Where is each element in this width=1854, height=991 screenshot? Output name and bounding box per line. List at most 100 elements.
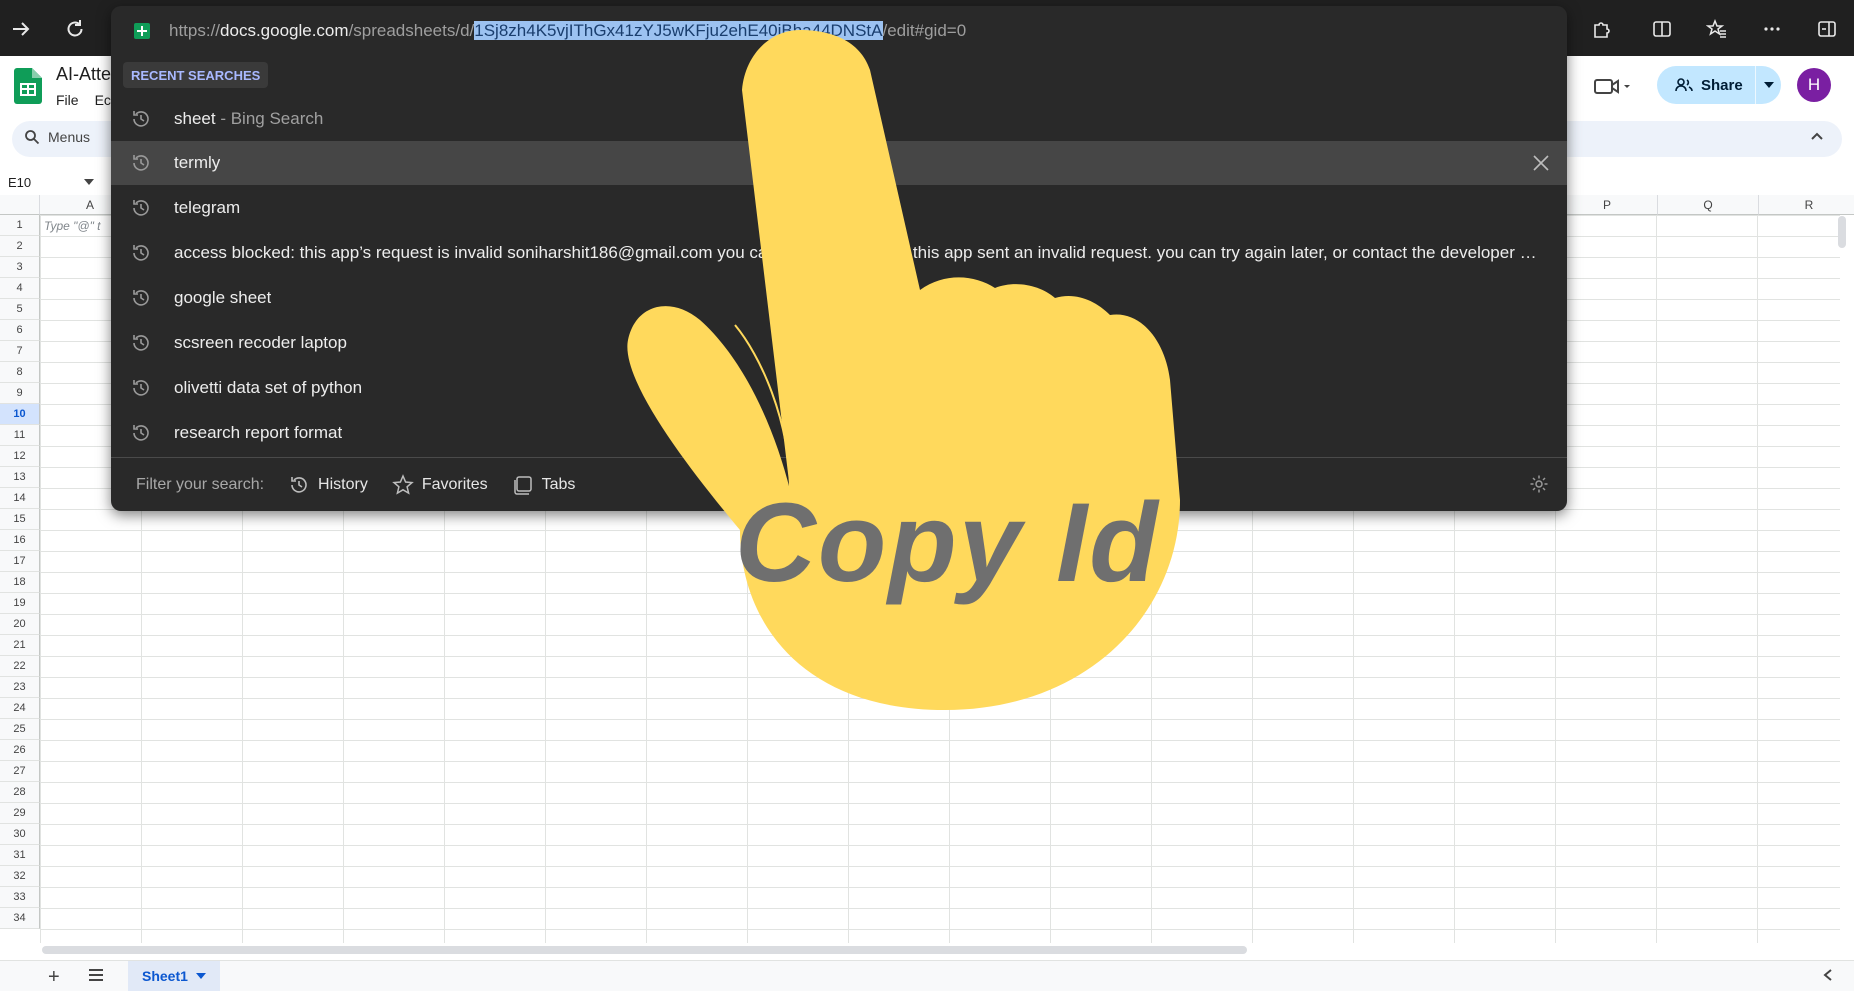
row-header[interactable]: 16: [0, 530, 40, 551]
row-header[interactable]: 20: [0, 614, 40, 635]
row-header[interactable]: 1: [0, 215, 40, 236]
row-header[interactable]: 23: [0, 677, 40, 698]
row-header[interactable]: 5: [0, 299, 40, 320]
row-header[interactable]: 2: [0, 236, 40, 257]
row-header[interactable]: 21: [0, 635, 40, 656]
column-header-r[interactable]: R: [1759, 195, 1854, 215]
forward-arrow-icon: [13, 22, 30, 36]
row-header[interactable]: 15: [0, 509, 40, 530]
chevron-up-icon: [1811, 132, 1823, 140]
filter-history-label: History: [318, 475, 368, 493]
caret-down-icon: [195, 973, 206, 979]
history-icon: [133, 111, 149, 127]
suggestion-source: - Bing Search: [215, 109, 324, 128]
suggestion-text: scsreen recoder laptop: [174, 333, 347, 352]
row-header[interactable]: 30: [0, 824, 40, 845]
menus-search-label: Menus: [48, 129, 91, 145]
history-icon: [133, 245, 149, 261]
row-header[interactable]: 14: [0, 488, 40, 509]
share-button[interactable]: Share: [1657, 66, 1781, 104]
more-button[interactable]: [1755, 12, 1789, 46]
row-header[interactable]: 13: [0, 467, 40, 488]
row-header[interactable]: 27: [0, 761, 40, 782]
document-title[interactable]: AI-Atte: [56, 64, 111, 85]
collapse-toolbar-button[interactable]: [1810, 130, 1824, 144]
share-dropdown-button[interactable]: [1756, 82, 1781, 88]
account-avatar[interactable]: H: [1797, 68, 1831, 102]
remove-suggestion-close-icon[interactable]: [1531, 153, 1551, 173]
row-header[interactable]: 32: [0, 866, 40, 887]
side-panel-toggle[interactable]: [1822, 968, 1834, 982]
row-header[interactable]: 7: [0, 341, 40, 362]
history-icon: [133, 380, 149, 396]
menus-search-button[interactable]: Menus: [24, 129, 90, 145]
row-header[interactable]: 33: [0, 887, 40, 908]
share-divider: [1755, 66, 1756, 104]
row-header[interactable]: 26: [0, 740, 40, 761]
column-header-q[interactable]: Q: [1658, 195, 1759, 215]
sheets-logo-icon[interactable]: [14, 68, 42, 104]
row-header[interactable]: 6: [0, 320, 40, 341]
caret-down-icon: [1763, 82, 1774, 88]
menu-edit[interactable]: Ec: [95, 92, 111, 108]
row-header[interactable]: 24: [0, 698, 40, 719]
row-header[interactable]: 28: [0, 782, 40, 803]
share-label: Share: [1701, 76, 1743, 94]
sheet-tab[interactable]: Sheet1: [128, 961, 220, 991]
row-header[interactable]: 18: [0, 572, 40, 593]
list-icon: [89, 969, 103, 981]
menu-bar: File Ec: [56, 92, 111, 108]
row-header[interactable]: 10: [0, 404, 40, 425]
vertical-scrollbar[interactable]: [1838, 216, 1846, 248]
sidebar-button[interactable]: [1810, 12, 1844, 46]
sheets-favicon-icon: [134, 23, 150, 39]
favorites-star-icon: [1706, 18, 1726, 38]
video-camera-icon: [1594, 79, 1630, 94]
forward-button[interactable]: [4, 12, 38, 46]
sidebar-icon: [1818, 21, 1836, 37]
row-header[interactable]: 31: [0, 845, 40, 866]
filter-favorites-label: Favorites: [421, 475, 488, 493]
favorites-button[interactable]: [1700, 12, 1734, 46]
row-header[interactable]: 29: [0, 803, 40, 824]
row-header[interactable]: 25: [0, 719, 40, 740]
row-header[interactable]: 3: [0, 257, 40, 278]
select-all-corner[interactable]: [0, 195, 40, 215]
refresh-icon: [67, 20, 83, 37]
horizontal-scrollbar[interactable]: [42, 946, 1247, 954]
add-sheet-button[interactable]: +: [48, 966, 60, 989]
row-header[interactable]: 9: [0, 383, 40, 404]
row-header[interactable]: 12: [0, 446, 40, 467]
meet-button[interactable]: [1588, 70, 1638, 102]
url-prefix: https://: [169, 21, 221, 40]
refresh-button[interactable]: [58, 12, 92, 46]
filter-tabs-button[interactable]: Tabs: [512, 474, 576, 496]
row-header[interactable]: 8: [0, 362, 40, 383]
name-box[interactable]: E10: [8, 171, 94, 193]
cell-a1-hint: Type "@" t: [44, 219, 101, 233]
row-header[interactable]: 22: [0, 656, 40, 677]
copy-id-caption: Copy Id: [735, 480, 1160, 605]
all-sheets-button[interactable]: [88, 968, 104, 982]
gear-icon[interactable]: [1529, 474, 1549, 494]
tabs-icon: [513, 475, 532, 495]
url-host: docs.google.com: [220, 21, 349, 40]
column-header-p[interactable]: P: [1557, 195, 1658, 215]
menu-file[interactable]: File: [56, 92, 79, 108]
history-icon: [133, 155, 149, 171]
filter-tabs-label: Tabs: [541, 475, 576, 493]
row-header[interactable]: 17: [0, 551, 40, 572]
history-icon: [133, 200, 149, 216]
row-header[interactable]: 19: [0, 593, 40, 614]
extensions-button[interactable]: [1585, 12, 1619, 46]
row-header[interactable]: 34: [0, 908, 40, 929]
split-screen-button[interactable]: [1645, 12, 1679, 46]
name-box-value: E10: [8, 174, 32, 190]
sheet-tab-label: Sheet1: [142, 968, 188, 984]
filter-favorites-button[interactable]: Favorites: [391, 473, 488, 496]
filter-history-button[interactable]: History: [288, 474, 368, 496]
row-header[interactable]: 4: [0, 278, 40, 299]
history-icon: [291, 476, 307, 493]
suggestion-text: telegram: [174, 198, 241, 217]
row-header[interactable]: 11: [0, 425, 40, 446]
